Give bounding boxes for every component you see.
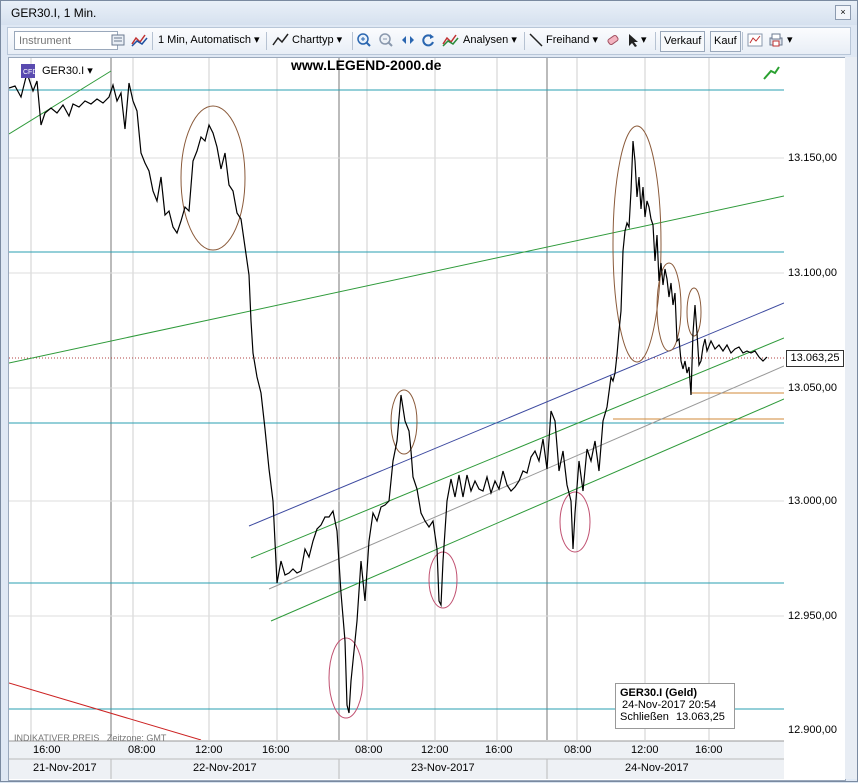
date-label: 24-Nov-2017 — [625, 762, 689, 774]
time-tick: 12:00 — [195, 744, 223, 756]
time-tick: 16:00 — [262, 744, 290, 756]
time-tick: 16:00 — [695, 744, 723, 756]
price-label: 13.150,00 — [788, 152, 837, 164]
indicative-label: INDIKATIVER PREIS — [14, 733, 100, 743]
vertical-grid — [30, 58, 710, 740]
instrument-icon: CFD — [21, 64, 37, 78]
info-close-label: Schließen — [620, 711, 669, 723]
info-title: GER30.I (Geld) — [620, 687, 698, 699]
channel-green-mid — [250, 337, 784, 559]
symbol-dropdown[interactable]: GER30.I ▾ — [42, 63, 93, 79]
date-label: 21-Nov-2017 — [33, 762, 97, 774]
info-datetime: 24-Nov-2017 20:54 — [622, 699, 717, 711]
date-label: 23-Nov-2017 — [411, 762, 475, 774]
chart-window: GER30.I, 1 Min. × 1 Min, Automatisch ▾ C… — [0, 0, 858, 782]
timezone-label: Zeitzone: GMT — [106, 733, 167, 743]
trendline-red — [9, 682, 202, 740]
annotation-ellipses — [180, 105, 702, 719]
time-tick: 16:00 — [33, 744, 61, 756]
watermark: www.LEGEND-2000.de — [291, 57, 442, 73]
time-tick: 12:00 — [421, 744, 449, 756]
current-price-box: 13.063,25 — [786, 350, 844, 367]
price-label: 13.100,00 — [788, 267, 837, 279]
time-tick: 12:00 — [631, 744, 659, 756]
info-box: GER30.I (Geld) 24-Nov-2017 20:54 Schließ… — [615, 683, 735, 729]
orange-levels — [613, 392, 784, 420]
time-tick: 08:00 — [564, 744, 592, 756]
channel-grey-mid — [268, 365, 784, 590]
trendline-green-top-left — [9, 70, 112, 135]
price-label: 12.950,00 — [788, 610, 837, 622]
info-close-value: 13.063,25 — [675, 711, 725, 723]
time-tick: 08:00 — [128, 744, 156, 756]
price-label: 13.050,00 — [788, 382, 837, 394]
date-label: 22-Nov-2017 — [193, 762, 257, 774]
price-label: 12.900,00 — [788, 724, 837, 736]
trend-arrow-icon — [763, 66, 780, 80]
price-label: 13.000,00 — [788, 495, 837, 507]
footer-info: INDIKATIVER PREIS Zeitzone: GMT — [14, 733, 166, 743]
svg-text:CFD: CFD — [23, 69, 37, 76]
symbol-label: GER30.I — [42, 65, 85, 77]
horizontal-grid — [9, 157, 784, 617]
channel-green-lower — [270, 398, 784, 622]
trendline-green-upper — [9, 195, 784, 364]
chart-svg: CFD — [9, 58, 784, 779]
time-tick: 16:00 — [485, 744, 513, 756]
price-series — [9, 70, 768, 714]
channel-upper-blue — [248, 302, 784, 527]
time-tick: 08:00 — [355, 744, 383, 756]
session-separators — [110, 58, 548, 740]
